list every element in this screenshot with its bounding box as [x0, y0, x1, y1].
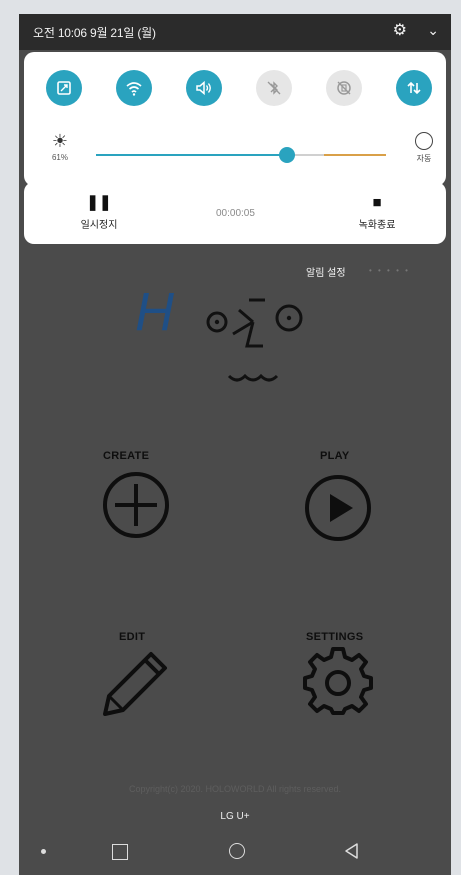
brightness-percent: 61% [51, 153, 68, 162]
navigation-bar [19, 834, 451, 875]
pause-button[interactable]: ❚❚ 일시정지 [64, 194, 134, 231]
stop-recording-button[interactable]: ■ 녹화종료 [342, 194, 412, 231]
wifi-icon[interactable] [116, 70, 152, 106]
create-label: CREATE [103, 450, 150, 462]
data-transfer-icon[interactable] [396, 70, 432, 106]
auto-brightness-icon [415, 132, 433, 150]
brightness-thumb[interactable] [279, 147, 295, 163]
pause-label: 일시정지 [80, 220, 118, 231]
status-bar: 오전 10:06 9월 21일 (월) ⚙ ⌄ [19, 14, 451, 50]
screen-rotation-icon[interactable] [46, 70, 82, 106]
auto-brightness-toggle[interactable]: 자동 [410, 132, 438, 164]
brightness-warm-segment [324, 154, 386, 156]
screen-recording-card: ❚❚ 일시정지 00:00:05 ■ 녹화종료 [24, 182, 446, 244]
holo-logo: H [135, 282, 303, 382]
dot-icon [41, 849, 46, 854]
quick-settings-panel: ☀ 61% 자동 [24, 52, 446, 186]
brightness-icon: ☀ 61% [48, 132, 72, 162]
recent-apps-icon[interactable] [112, 844, 128, 860]
stop-icon: ■ [372, 194, 382, 211]
pause-icon: ❚❚ [86, 194, 112, 211]
notification-more-dots: • • • • • [369, 266, 410, 275]
auto-rotate-off-icon[interactable] [326, 70, 362, 106]
play-label: PLAY [320, 450, 350, 462]
chevron-down-icon[interactable]: ⌄ [427, 22, 439, 38]
edit-label: EDIT [119, 631, 146, 643]
carrier-label: LG U+ [220, 811, 250, 822]
back-icon[interactable] [343, 842, 361, 860]
status-datetime: 오전 10:06 9월 21일 (월) [33, 26, 156, 40]
create-button[interactable] [101, 470, 171, 540]
home-icon[interactable] [229, 843, 245, 859]
stop-label: 녹화종료 [358, 220, 396, 231]
play-button[interactable] [303, 473, 373, 543]
recording-timer: 00:00:05 [216, 208, 255, 219]
auto-brightness-label: 자동 [416, 154, 432, 163]
bluetooth-off-icon[interactable] [256, 70, 292, 106]
edit-button[interactable] [97, 644, 177, 724]
sun-icon: ☀ [51, 131, 69, 151]
settings-label: SETTINGS [306, 631, 364, 643]
copyright-text: Copyright(c) 2020. HOLOWORLD All rights … [128, 784, 342, 794]
settings-gear-button[interactable] [303, 645, 373, 715]
phone-screen: 오전 10:06 9월 21일 (월) ⚙ ⌄ ☀ 61% 자동 ❚❚ 일시정지… [19, 14, 451, 875]
brightness-fill [96, 154, 287, 156]
sound-icon[interactable] [186, 70, 222, 106]
gear-icon[interactable]: ⚙ [393, 23, 407, 39]
logo-letter-h: H [135, 282, 175, 342]
